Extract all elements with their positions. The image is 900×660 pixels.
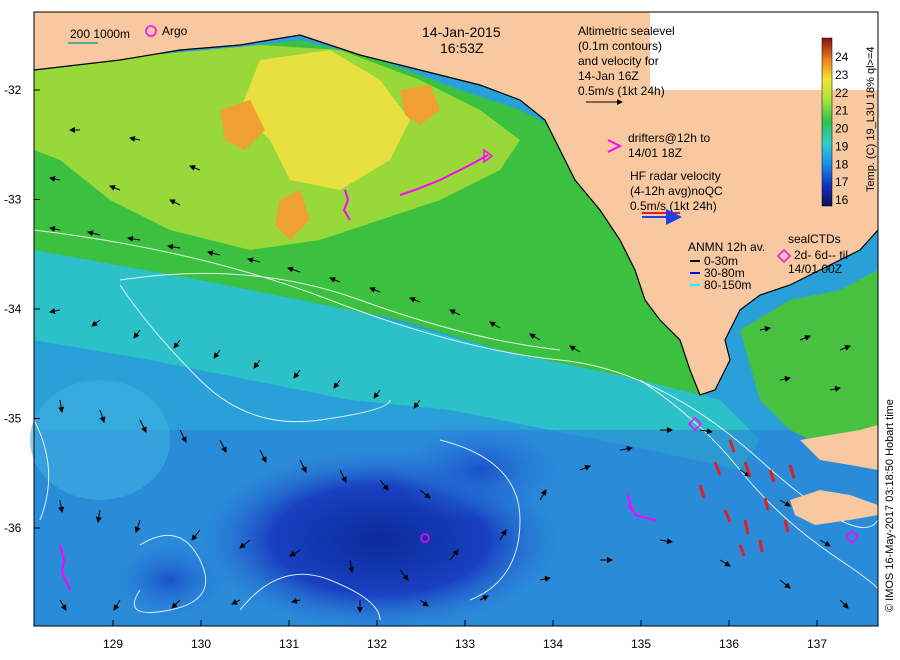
altimetry-line4: 14-Jan 16Z (578, 69, 639, 83)
scale-bar-label: 200 1000m (70, 27, 130, 41)
altimetry-line5: 0.5m/s (1kt 24h) (578, 84, 665, 98)
seal-line2: 14/01 00Z (788, 262, 842, 276)
lat-tick-label: -35 (4, 412, 22, 426)
drifters-line2: 14/01 18Z (628, 146, 682, 160)
sst-map: 200 1000m Argo 14-Jan-2015 16:53Z Altime… (4, 11, 896, 651)
lat-tick-label: -36 (4, 521, 22, 535)
lon-tick-label: 134 (543, 637, 563, 651)
cold-eddy-east (390, 420, 570, 520)
drifters-line1: drifters@12h to (628, 131, 711, 145)
seal-title: sealCTDs (788, 232, 841, 246)
colorbar-tick-17: 17 (835, 175, 849, 189)
anmn-title: ANMN 12h av. (688, 240, 765, 254)
lon-tick-label: 133 (455, 637, 475, 651)
lon-tick-label: 135 (631, 637, 651, 651)
seal-line1: 2d- 6d-- til (794, 248, 848, 262)
lat-tick-label: -33 (4, 193, 22, 207)
lon-tick-label: 137 (807, 637, 827, 651)
colorbar-tick-20: 20 (835, 122, 849, 136)
seal-legend: sealCTDs 2d- 6d-- til 14/01 00Z (776, 232, 848, 276)
lat-tick-label: -32 (4, 83, 22, 97)
colorbar-tick-22: 22 (835, 86, 849, 100)
hf-radar-legend: HF radar velocity (4-12h avg)noQC 0.5m/s… (630, 169, 723, 225)
lon-tick-label: 136 (719, 637, 739, 651)
lon-tick-label: 131 (279, 637, 299, 651)
lat-tick-label: -34 (4, 302, 22, 316)
colorbar-tick-21: 21 (835, 104, 849, 118)
colorbar-tick-23: 23 (835, 68, 849, 82)
lon-tick-label: 132 (367, 637, 387, 651)
lon-tick-label: 129 (103, 637, 123, 651)
hf-radar-line3: 0.5m/s (1kt 24h) (630, 199, 717, 213)
argo-legend-label: Argo (162, 24, 188, 38)
altimetry-line1: Altimetric sealevel (578, 24, 675, 38)
hf-radar-line1: HF radar velocity (630, 169, 721, 183)
date-label: 14-Jan-2015 (422, 24, 501, 40)
altimetry-line2: (0.1m contours) (578, 39, 662, 53)
colorbar-label: Temp. (C) 19_L3U 18% ql>=4 (865, 46, 877, 192)
cold-eddy-west (110, 540, 230, 620)
anmn-label-2: 80-150m (704, 278, 751, 292)
colorbar-scale (821, 37, 833, 207)
time-label: 16:53Z (440, 40, 484, 56)
hf-radar-line2: (4-12h avg)noQC (630, 184, 723, 198)
altimetry-line3: and velocity for (578, 54, 659, 68)
colorbar-tick-19: 19 (835, 139, 849, 153)
colorbar-tick-24: 24 (835, 50, 849, 64)
colorbar-tick-18: 18 (835, 157, 849, 171)
blue-eddy-sw (30, 380, 170, 500)
colorbar-tick-16: 16 (835, 193, 849, 207)
lon-tick-label: 130 (191, 637, 211, 651)
copyright-label: © IMOS 16-May-2017 03:18:50 Hobart time (884, 399, 896, 612)
